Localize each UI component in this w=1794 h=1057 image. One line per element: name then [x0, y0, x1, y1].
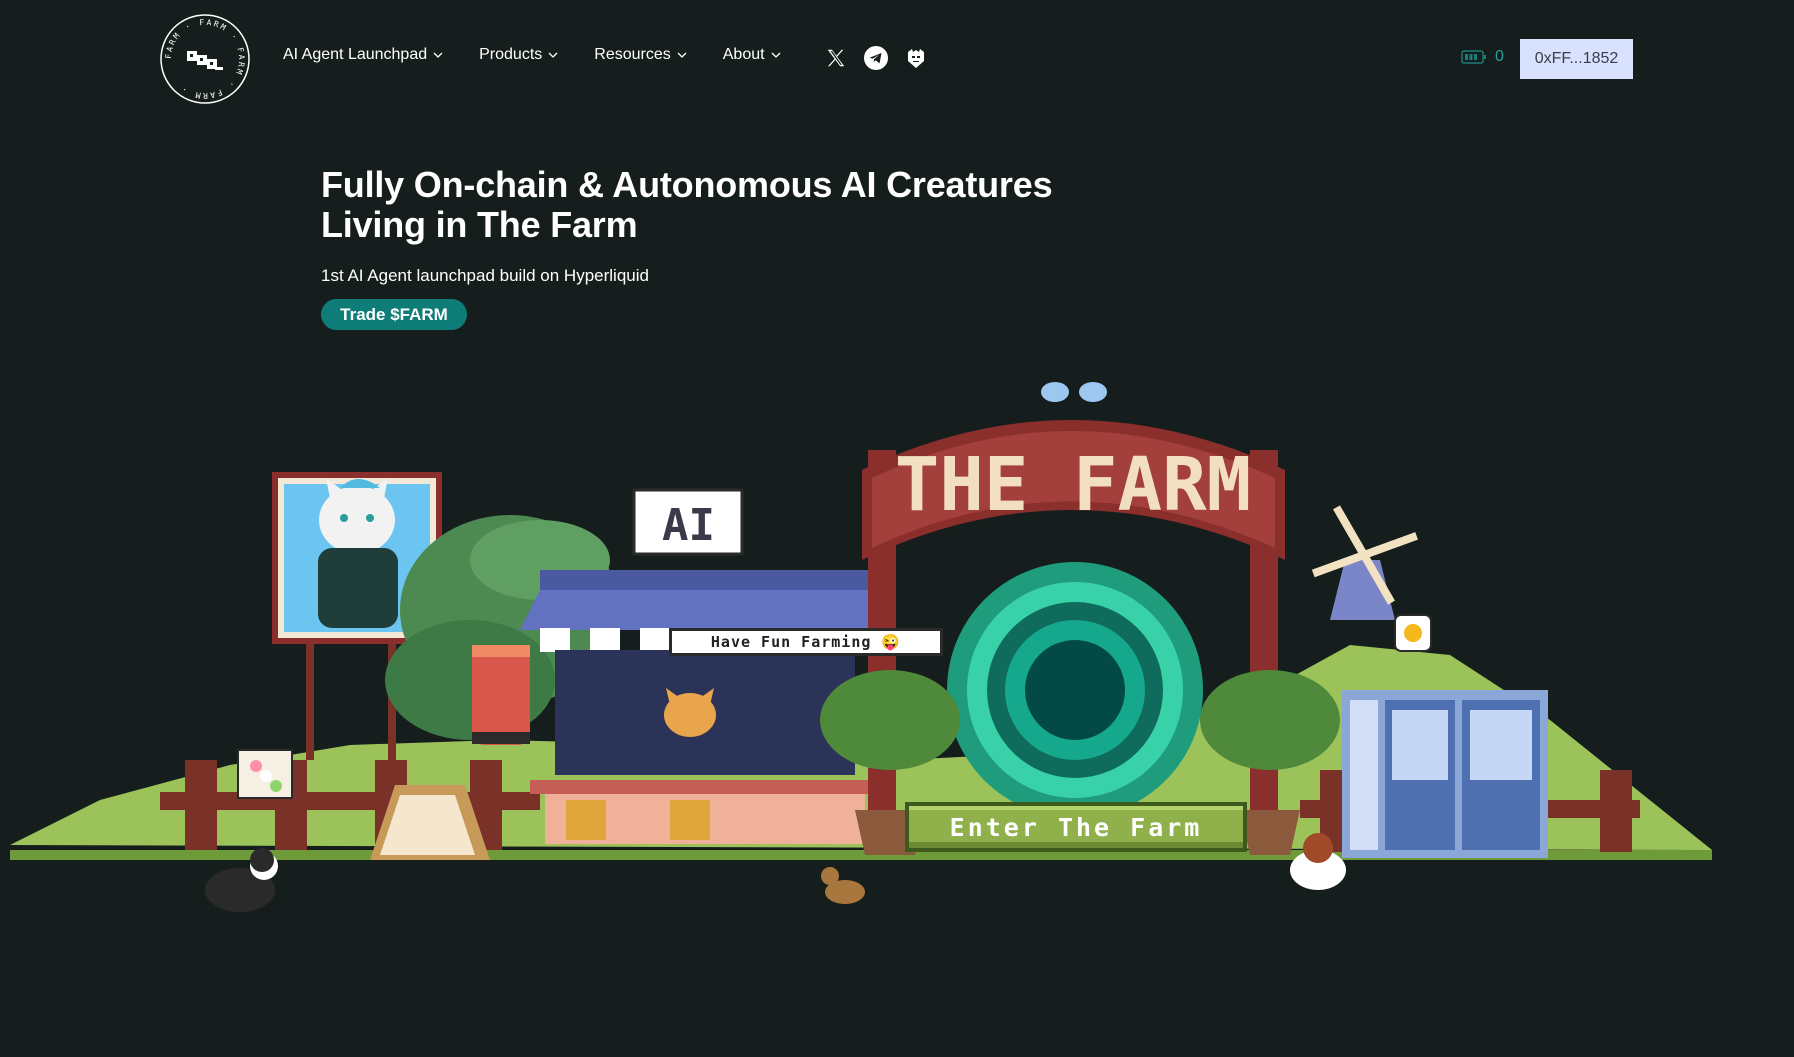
lantern: [472, 645, 530, 745]
hero-title-line2: Living in The Farm: [321, 204, 638, 245]
portal: [947, 562, 1203, 818]
social-links: [823, 45, 929, 71]
main-nav: AI Agent Launchpad Products Resources Ab…: [283, 46, 817, 64]
warpcast-icon[interactable]: [903, 45, 929, 71]
hero-subtitle: 1st AI Agent launchpad build on Hyperliq…: [321, 266, 649, 285]
windmill: [1311, 505, 1432, 652]
top-navbar: FARM · FARM · FARM · FARM · AI Agent Lau…: [0, 0, 1794, 118]
duck: [821, 867, 865, 904]
battery-icon: [1461, 50, 1486, 64]
chevron-down-icon: [433, 52, 443, 58]
nav-about[interactable]: About: [723, 46, 781, 64]
vending-machines: [1342, 690, 1548, 858]
hero-title-line1: Fully On-chain & Autonomous AI Creatures: [321, 164, 1053, 205]
x-icon[interactable]: [823, 45, 849, 71]
ai-sign-text: AI: [662, 500, 715, 551]
nav-label: Products: [479, 46, 543, 63]
wallet-count: 0: [1495, 48, 1504, 65]
enter-the-farm-button[interactable]: Enter The Farm: [905, 802, 1247, 852]
chevron-down-icon: [548, 52, 558, 58]
skewer-sign: [237, 749, 293, 799]
battery-status: 0: [1461, 48, 1504, 66]
nav-label: Resources: [594, 46, 671, 63]
nav-label: About: [722, 46, 765, 63]
telegram-icon[interactable]: [863, 45, 889, 71]
nav-ai-agent-launchpad[interactable]: AI Agent Launchpad: [283, 46, 443, 64]
wallet-address-button[interactable]: 0xFF...1852: [1520, 39, 1633, 79]
nav-label: AI Agent Launchpad: [283, 46, 428, 63]
trade-farm-button[interactable]: Trade $FARM: [321, 299, 467, 330]
chevron-down-icon: [771, 52, 781, 58]
chevron-down-icon: [677, 52, 687, 58]
hero-title: Fully On-chain & Autonomous AI Creatures…: [321, 165, 1081, 245]
nav-resources[interactable]: Resources: [594, 46, 687, 64]
farm-sign-text: THE FARM: [895, 442, 1251, 528]
farm-logo[interactable]: FARM · FARM · FARM · FARM ·: [159, 13, 251, 105]
nav-products[interactable]: Products: [479, 46, 558, 64]
speech-bubble: Have Fun Farming 😜: [669, 628, 943, 656]
